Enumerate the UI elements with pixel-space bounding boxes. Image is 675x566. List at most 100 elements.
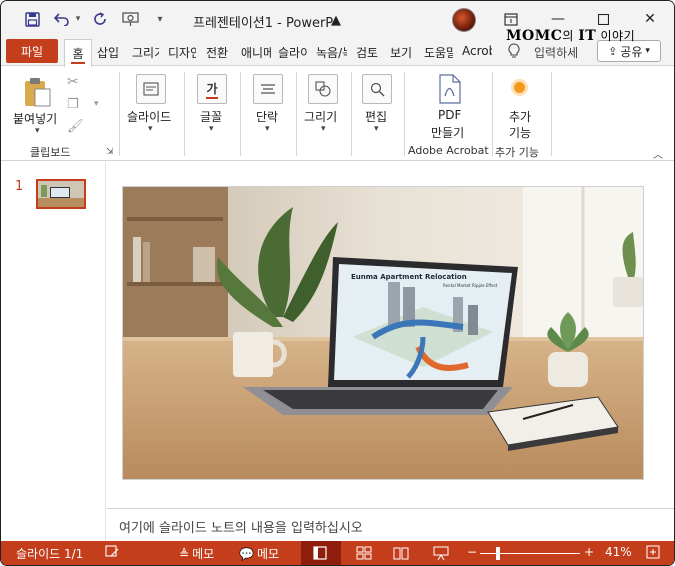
window-title: 프레젠테이션1 - PowerP [193, 16, 334, 31]
customize-toolbar-icon[interactable]: ▾ [151, 10, 169, 28]
font-icon[interactable]: 가 [197, 74, 227, 104]
paragraph-button[interactable]: 단락 [256, 108, 278, 125]
present-from-beginning-icon[interactable] [121, 10, 139, 28]
watermark-it: IT [578, 28, 597, 44]
slide-number: 1 [15, 179, 24, 194]
addins-line2[interactable]: 기능 [509, 124, 531, 141]
avatar[interactable] [452, 8, 476, 32]
chevron-down-icon: ▾ [645, 46, 650, 56]
slideshow-icon[interactable] [433, 545, 449, 561]
acrobat-group-label: Adobe Acrobat [408, 144, 489, 157]
zoom-in-button[interactable]: + [584, 545, 594, 559]
tab-record[interactable]: 녹음/녹화 [316, 44, 347, 61]
ribbon-display-icon[interactable] [501, 9, 521, 29]
paragraph-group: 단락 ▾ [241, 66, 295, 160]
tab-home[interactable]: 홈 [64, 39, 92, 67]
zoom-slider[interactable] [480, 553, 580, 554]
cut-icon[interactable]: ✂ [67, 74, 79, 90]
slide-thumbnails-panel: 1 [1, 161, 106, 541]
notes-toggle-label: 메모 [192, 547, 215, 561]
ribbon: 붙여넣기 ▾ ✂ ❐ ▾ 🖌 클립보드 ⇲ 슬라이드 ▾ 가 글꼴 ▾ 단락 ▾… [1, 65, 674, 161]
drawing-dropdown-icon[interactable]: ▾ [321, 124, 326, 134]
collapse-ribbon-icon[interactable]: ︿ [653, 146, 663, 161]
watermark-end: 이야기 [596, 29, 636, 43]
paragraph-dropdown-icon[interactable]: ▾ [265, 124, 270, 134]
comments-button[interactable]: 💬 메모 [239, 545, 279, 562]
reading-view-icon[interactable] [393, 546, 409, 560]
search-icon[interactable] [362, 74, 392, 104]
tab-view[interactable]: 보기 [390, 44, 417, 61]
watermark-logo: MOMC의 IT 이야기 [506, 27, 635, 44]
watermark-main: MOMC [506, 28, 563, 44]
share-label: 공유 [620, 44, 643, 59]
zoom-slider-thumb[interactable] [496, 547, 500, 560]
paste-icon[interactable] [23, 76, 53, 111]
clipboard-group-label: 클립보드 [30, 146, 71, 159]
tab-transitions[interactable]: 전환 [206, 44, 233, 61]
addins-group: 추가 기능 추가 기능 [493, 66, 551, 160]
tell-me-search[interactable]: 입력하세 [534, 44, 578, 61]
format-painter-icon[interactable]: 🖌 [67, 119, 84, 134]
undo-dropdown-icon[interactable]: ▾ [69, 10, 87, 28]
mouse-cursor-icon: ▲ [331, 13, 341, 28]
fit-to-window-icon[interactable] [646, 545, 660, 559]
notes-toggle-icon: ≜ [179, 546, 190, 561]
tab-acrobat[interactable]: Acrobat [462, 44, 492, 58]
lightbulb-icon [508, 43, 520, 62]
tab-design[interactable]: 디자인 [168, 44, 196, 61]
paste-dropdown-icon[interactable]: ▾ [35, 126, 40, 136]
paragraph-icon[interactable] [253, 74, 283, 104]
comments-label: 메모 [256, 547, 280, 561]
font-button[interactable]: 글꼴 [200, 108, 222, 125]
addins-icon[interactable] [514, 82, 525, 93]
paste-button[interactable]: 붙여넣기 [13, 110, 57, 127]
dialog-launcher-icon[interactable]: ⇲ [106, 147, 114, 157]
slides-dropdown-icon[interactable]: ▾ [148, 124, 153, 134]
drawing-button[interactable]: 그리기 [304, 108, 337, 125]
minimize-icon[interactable]: — [548, 9, 568, 29]
slide-count: 슬라이드 1/1 [16, 547, 84, 561]
normal-view-icon[interactable] [313, 546, 327, 560]
tab-file[interactable]: 파일 [6, 39, 58, 63]
drawing-icon[interactable] [308, 74, 338, 104]
watermark-mid: 의 [562, 29, 579, 43]
editing-dropdown-icon[interactable]: ▾ [374, 124, 379, 134]
tab-slideshow[interactable]: 슬라이드 쇼 [278, 44, 308, 61]
clipboard-group: 붙여넣기 ▾ ✂ ❐ ▾ 🖌 클립보드 ⇲ [1, 66, 119, 160]
notes-toggle-button[interactable]: ≜ 메모 [179, 545, 214, 562]
screen-title-text: Eunma Apartment Relocation [351, 273, 467, 281]
slide-image[interactable]: Eunma Apartment Relocation Rental Market… [122, 186, 644, 480]
new-slide-icon[interactable] [136, 74, 166, 104]
slide-thumbnail[interactable] [36, 179, 86, 209]
tab-animations[interactable]: 애니메이션 [241, 44, 271, 61]
addins-line1[interactable]: 추가 [509, 108, 531, 125]
tab-insert[interactable]: 삽입 [97, 44, 123, 61]
status-bar: 슬라이드 1/1 ≜ 메모 💬 메모 − + 41% [1, 541, 674, 565]
accessibility-icon[interactable] [105, 544, 119, 558]
close-icon[interactable]: ✕ [640, 9, 660, 29]
tab-draw[interactable]: 그리기 [132, 44, 159, 61]
slide-sorter-icon[interactable] [356, 546, 372, 560]
copy-dropdown-icon[interactable]: ▾ [94, 99, 99, 109]
tab-review[interactable]: 검토 [356, 44, 383, 61]
slides-group: 슬라이드 ▾ [120, 66, 182, 160]
font-dropdown-icon[interactable]: ▾ [209, 124, 214, 134]
share-icon: ⇪ [608, 44, 618, 58]
maximize-icon[interactable] [593, 9, 613, 29]
notes-placeholder: 여기에 슬라이드 노트의 내용을 입력하십시오 [119, 521, 363, 536]
zoom-level[interactable]: 41% [605, 545, 632, 559]
notes-pane[interactable]: 여기에 슬라이드 노트의 내용을 입력하십시오 [107, 508, 674, 541]
redo-icon[interactable] [91, 10, 109, 28]
create-pdf-line2[interactable]: 만들기 [431, 124, 464, 141]
ribbon-separator [551, 72, 552, 156]
save-icon[interactable] [23, 10, 41, 28]
slides-button[interactable]: 슬라이드 [127, 108, 171, 125]
zoom-out-button[interactable]: − [467, 545, 477, 559]
desk-laptop-photo: Eunma Apartment Relocation Rental Market… [123, 187, 643, 479]
copy-icon[interactable]: ❐ [67, 97, 79, 112]
pdf-icon[interactable] [438, 74, 462, 107]
font-group: 가 글꼴 ▾ [185, 66, 239, 160]
tab-help[interactable]: 도움말 [424, 44, 453, 61]
editing-button[interactable]: 편집 [365, 108, 387, 125]
create-pdf-line1[interactable]: PDF [438, 108, 461, 122]
